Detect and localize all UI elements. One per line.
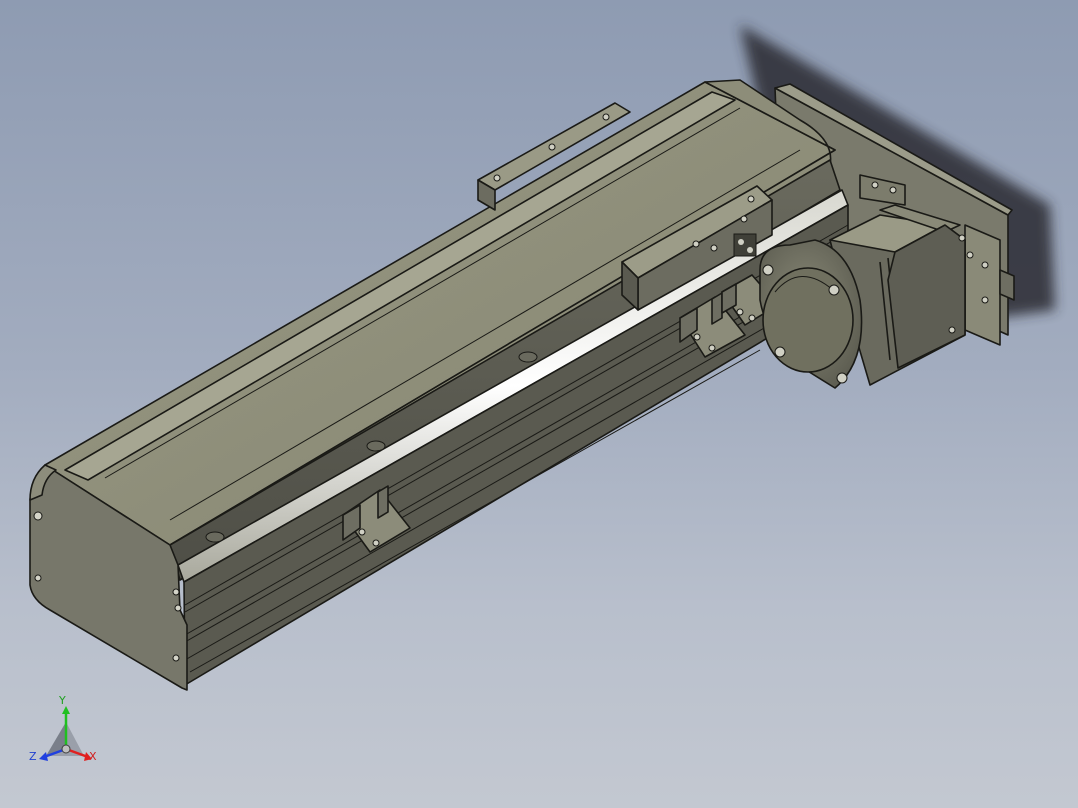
coordinate-triad: Y X Z	[26, 694, 106, 774]
graphics-viewport[interactable]: Y X Z	[0, 0, 1078, 808]
linear-actuator-3d-model[interactable]	[0, 0, 1078, 808]
triad-z-label: Z	[29, 750, 37, 763]
triad-x-label: X	[89, 750, 97, 763]
triad-y-label: Y	[59, 694, 66, 707]
